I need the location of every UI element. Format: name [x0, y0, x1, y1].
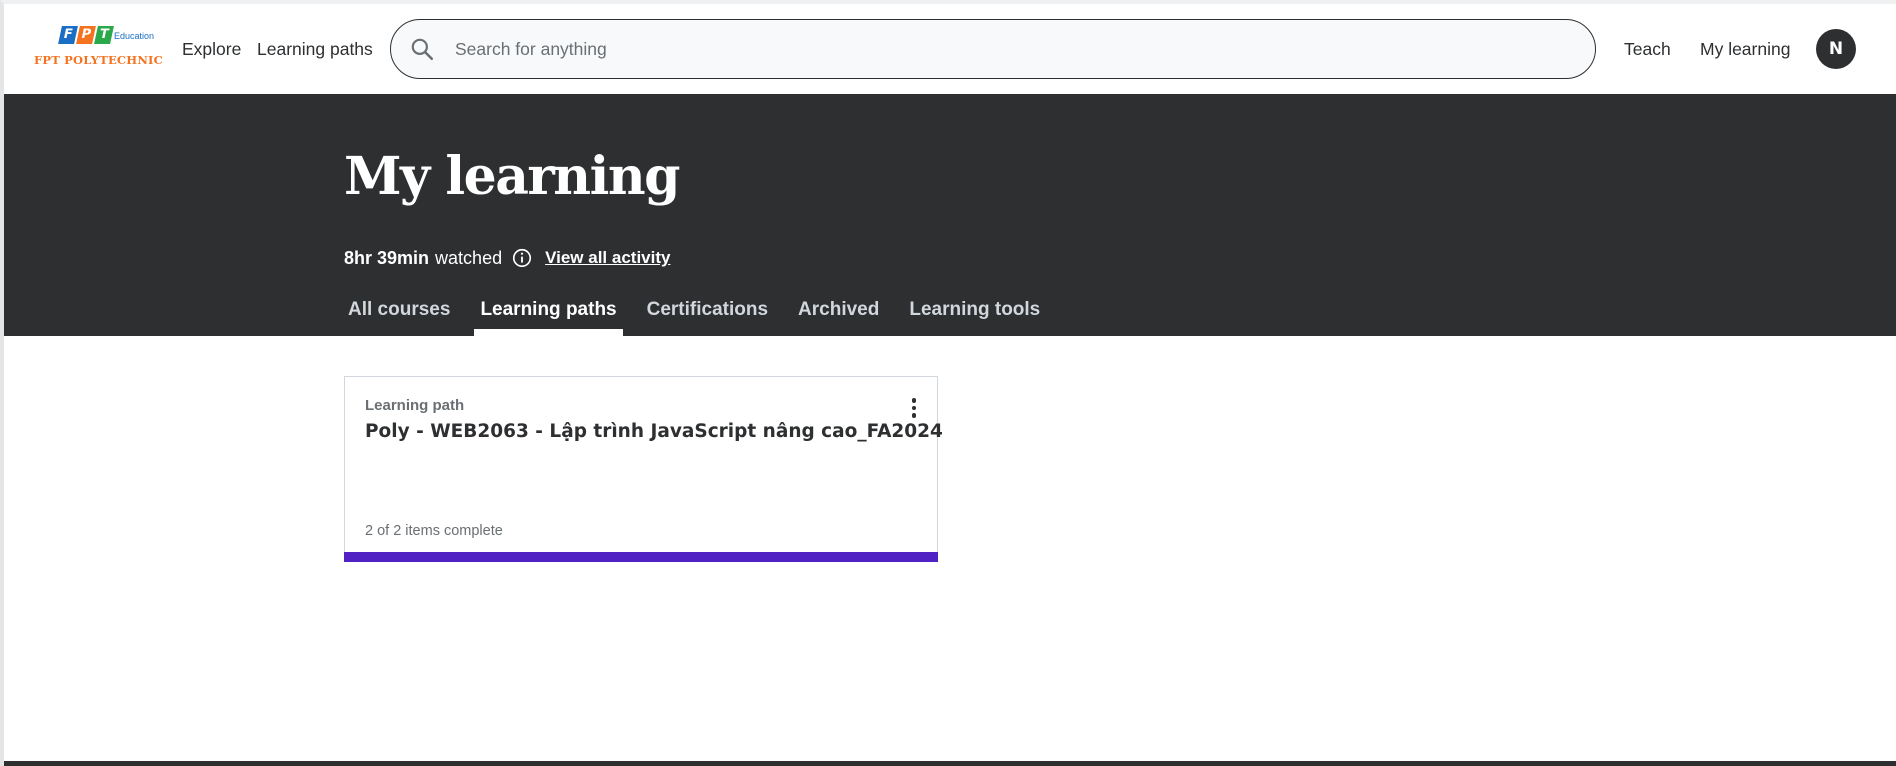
nav-teach[interactable]: Teach: [1624, 4, 1671, 94]
menu-dot: [911, 405, 917, 411]
search-icon[interactable]: [409, 36, 435, 62]
page-title: My learning: [344, 146, 681, 207]
tab-certifications[interactable]: Certifications: [641, 284, 774, 336]
logo-mark: F P T: [58, 26, 114, 44]
search-input[interactable]: [455, 30, 1555, 68]
watched-hours: 8hr 39min: [344, 247, 430, 268]
nav-explore[interactable]: Explore: [182, 4, 241, 94]
nav-my-learning[interactable]: My learning: [1700, 4, 1790, 94]
tab-learning-tools[interactable]: Learning tools: [903, 284, 1046, 336]
watched-label: watched: [435, 247, 503, 268]
nav-learning-paths[interactable]: Learning paths: [257, 4, 373, 94]
search-bar[interactable]: [390, 19, 1596, 79]
menu-dot: [911, 413, 917, 418]
footer-edge: [4, 761, 1896, 766]
logo-name: FPT POLYTECHNIC: [34, 53, 163, 67]
tab-all-courses[interactable]: All courses: [342, 284, 456, 336]
info-icon[interactable]: [511, 247, 533, 269]
tab-archived[interactable]: Archived: [792, 284, 885, 336]
learning-path-card[interactable]: Learning path Poly - WEB2063 - Lập trình…: [344, 376, 943, 562]
tab-learning-paths[interactable]: Learning paths: [474, 284, 623, 336]
view-all-activity-link[interactable]: View all activity: [545, 248, 670, 268]
card-type-label: Learning path: [365, 397, 465, 414]
logo-education-text: Education: [114, 31, 155, 41]
top-header: F P T Education FPT POLYTECHNIC Explore …: [4, 4, 1896, 94]
card-title[interactable]: Poly - WEB2063 - Lập trình JavaScript nâ…: [365, 421, 943, 442]
fpt-polytechnic-logo[interactable]: F P T Education FPT POLYTECHNIC: [34, 26, 164, 74]
progress-text: 2 of 2 items complete: [365, 523, 503, 539]
logo-letter: T: [94, 26, 114, 44]
my-learning-tabs: All courses Learning paths Certification…: [342, 284, 1064, 336]
watch-stats: 8hr 39min watched View all activity: [344, 246, 670, 270]
my-learning-banner: My learning 8hr 39min watched View all a…: [4, 94, 1896, 336]
progress-bar-fill: [344, 552, 938, 562]
logo-letter: P: [76, 26, 96, 44]
progress-bar: [344, 552, 938, 562]
user-avatar[interactable]: N: [1816, 29, 1856, 69]
more-vertical-icon[interactable]: [903, 395, 925, 421]
logo-letter: F: [58, 26, 78, 44]
menu-dot: [911, 398, 917, 403]
